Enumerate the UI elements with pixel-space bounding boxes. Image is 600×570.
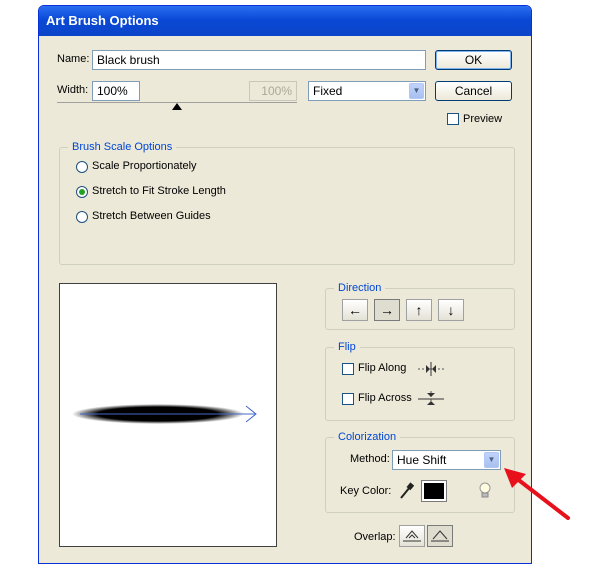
flip-legend: Flip <box>334 340 360 354</box>
flip-along-label: Flip Along <box>358 362 407 374</box>
flip-along-icon <box>418 362 444 376</box>
cancel-button[interactable]: Cancel <box>435 81 512 101</box>
overlap-adjust-button[interactable] <box>399 525 425 547</box>
method-value: Hue Shift <box>397 453 447 467</box>
key-color-swatch[interactable] <box>421 480 447 502</box>
colorization-legend: Colorization <box>334 430 401 444</box>
radio-stretch-between-guides[interactable] <box>76 211 88 223</box>
arrow-up-icon: ↑ <box>415 302 423 318</box>
colorization-group: Colorization Method: Hue Shift ▼ Key Col… <box>325 430 515 513</box>
overlap-adjust-icon <box>403 530 421 542</box>
width-mode-select[interactable]: Fixed ▼ <box>308 81 426 101</box>
dialog-title: Art Brush Options <box>39 6 531 36</box>
radio-label: Stretch to Fit Stroke Length <box>92 185 226 197</box>
preview-label: Preview <box>463 113 503 125</box>
overlap-no-adjust-icon <box>431 530 449 542</box>
width-label: Width: <box>57 84 89 96</box>
chevron-down-icon[interactable]: ▼ <box>409 83 424 99</box>
arrow-left-icon: ← <box>348 302 362 318</box>
width-variation-input: 100% <box>249 81 297 101</box>
brush-scale-options-legend: Brush Scale Options <box>68 140 177 154</box>
width-mode-value: Fixed <box>313 84 343 98</box>
direction-right-button[interactable]: → <box>374 299 400 321</box>
direction-up-button[interactable]: ↑ <box>406 299 432 321</box>
ok-button[interactable]: OK <box>435 50 512 70</box>
annotation-arrow-icon <box>504 468 570 520</box>
overlap-label: Overlap: <box>354 531 396 543</box>
flip-along-checkbox[interactable] <box>342 363 354 375</box>
name-label: Name: <box>57 53 90 65</box>
width-input[interactable]: 100% <box>92 81 140 101</box>
flip-across-icon <box>418 391 444 407</box>
direction-down-button[interactable]: ↓ <box>438 299 464 321</box>
brush-scale-options-group: Brush Scale Options Scale Proportionatel… <box>59 140 515 265</box>
preview-checkbox[interactable] <box>447 113 459 125</box>
brush-preview <box>59 283 277 547</box>
direction-legend: Direction <box>334 281 386 295</box>
key-color-fill <box>424 483 444 499</box>
name-input[interactable]: Black brush <box>92 50 426 70</box>
arrow-down-icon: ↓ <box>447 302 455 318</box>
lightbulb-tips-icon[interactable] <box>478 482 492 500</box>
direction-group: Direction ← → ↑ ↓ <box>325 281 515 330</box>
flip-across-checkbox[interactable] <box>342 393 354 405</box>
radio-scale-proportionately[interactable] <box>76 161 88 173</box>
eyedropper-icon[interactable] <box>398 482 414 500</box>
width-slider-handle[interactable] <box>172 103 182 110</box>
arrow-right-icon: → <box>380 302 394 318</box>
annotation-arrow-shaft <box>514 476 570 520</box>
flip-across-label: Flip Across <box>358 392 412 404</box>
radio-label: Stretch Between Guides <box>92 210 211 222</box>
colorization-method-select[interactable]: Hue Shift ▼ <box>392 450 501 470</box>
overlap-no-adjust-button[interactable] <box>427 525 453 547</box>
direction-left-button[interactable]: ← <box>342 299 368 321</box>
flip-group: Flip Flip Along Flip Across <box>325 340 515 421</box>
radio-stretch-to-fit[interactable] <box>76 186 88 198</box>
method-label: Method: <box>350 453 390 465</box>
radio-label: Scale Proportionately <box>92 160 197 172</box>
key-color-label: Key Color: <box>340 485 392 497</box>
chevron-down-icon[interactable]: ▼ <box>484 452 499 468</box>
brush-stroke-preview <box>72 404 257 424</box>
art-brush-options-dialog: Art Brush Options Name: Black brush OK W… <box>38 5 532 564</box>
